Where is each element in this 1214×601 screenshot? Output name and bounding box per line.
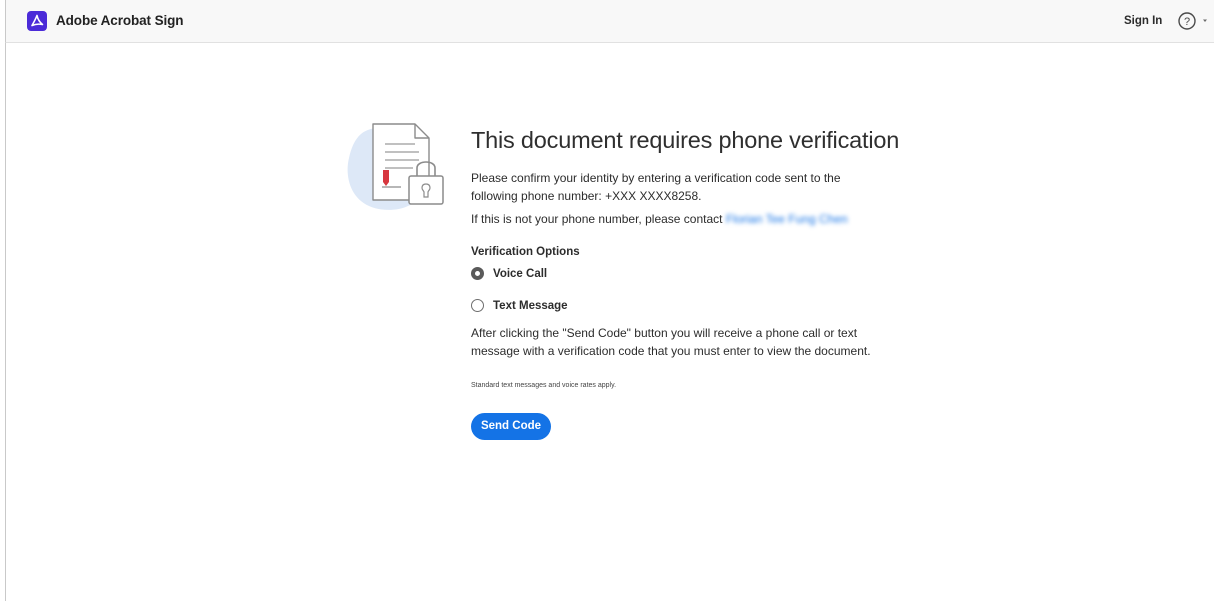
page-frame <box>5 0 1214 601</box>
voice-call-label: Voice Call <box>493 267 548 280</box>
contact-sender-link[interactable]: Florian Tee Fung Chen <box>726 212 848 226</box>
page-title: This document requires phone verificatio… <box>471 127 900 153</box>
contact-prefix: If this is not your phone number, please… <box>471 212 726 226</box>
voice-call-option[interactable]: Voice Call <box>471 267 547 280</box>
send-code-button[interactable]: Send Code <box>471 413 551 440</box>
verification-options-heading: Verification Options <box>471 246 580 258</box>
top-bar: Adobe Acrobat Sign Sign In ? <box>5 0 1214 43</box>
app-title: Adobe Acrobat Sign <box>56 13 184 28</box>
text-message-option[interactable]: Text Message <box>471 299 568 312</box>
document-lock-illustration <box>343 118 453 218</box>
text-message-label: Text Message <box>493 299 568 312</box>
text-message-radio[interactable] <box>471 299 484 312</box>
help-icon: ? <box>1178 12 1207 30</box>
contact-text: If this is not your phone number, please… <box>471 210 848 228</box>
acrobat-logo-icon <box>27 11 47 31</box>
instructions-text: After clicking the "Send Code" button yo… <box>471 326 871 358</box>
confirm-identity-text: Please confirm your identity by entering… <box>471 171 841 203</box>
verification-panel: This document requires phone verificatio… <box>471 126 900 440</box>
sign-in-link[interactable]: Sign In <box>1124 15 1162 27</box>
chevron-down-icon <box>1203 19 1207 22</box>
rates-note: Standard text messages and voice rates a… <box>471 382 617 389</box>
help-menu-button[interactable]: ? <box>1177 11 1213 31</box>
svg-text:?: ? <box>1184 16 1190 28</box>
voice-call-radio[interactable] <box>471 267 484 280</box>
